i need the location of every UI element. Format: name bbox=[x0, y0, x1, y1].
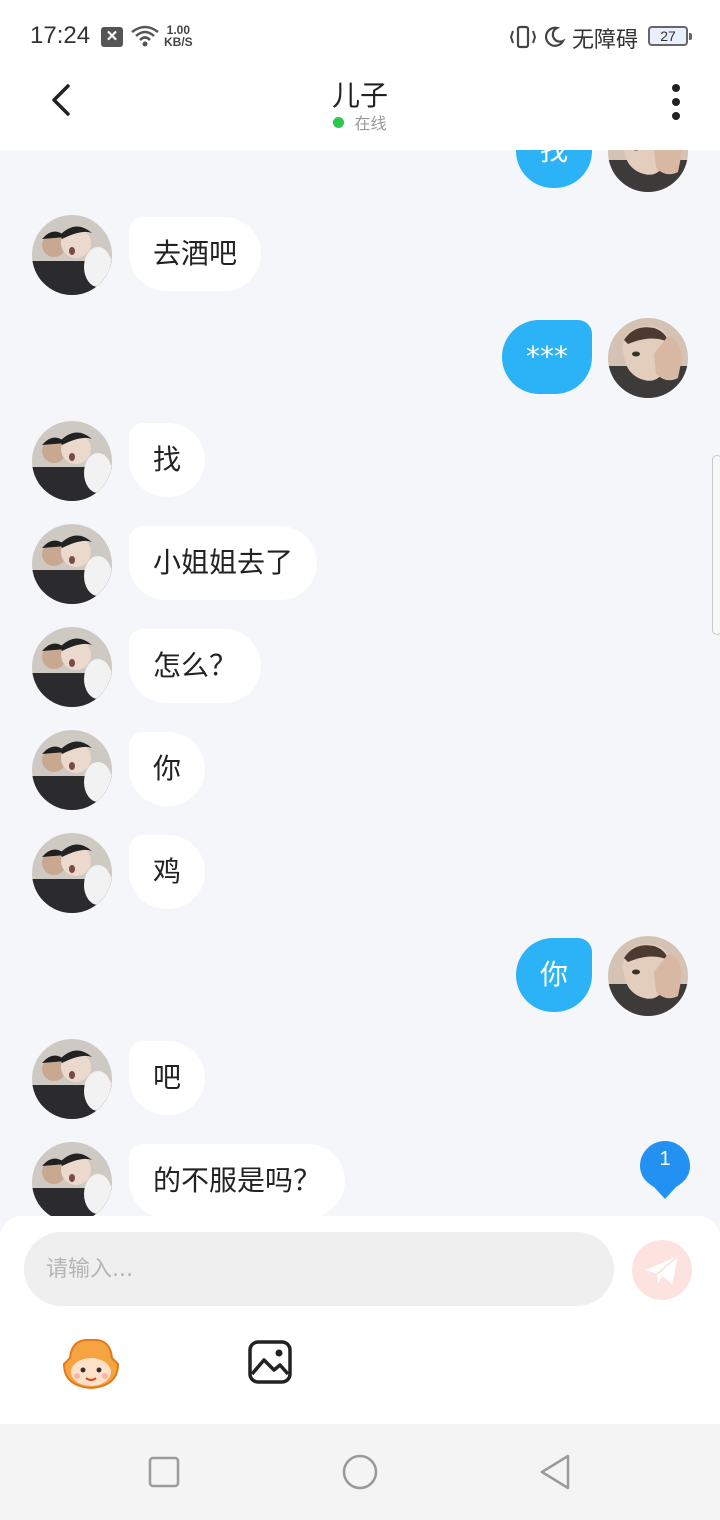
contact-avatar-image bbox=[32, 833, 112, 913]
message-row: 小姐姐去了 bbox=[0, 524, 720, 604]
message-row: 你 bbox=[0, 730, 720, 810]
message-bubble[interactable]: 你 bbox=[515, 938, 592, 1012]
status-bar: 17:24 ✕ 1.00 KB/S 无障碍 27 bbox=[0, 0, 720, 70]
message-bubble[interactable]: 找 bbox=[129, 423, 206, 497]
contact-avatar[interactable] bbox=[32, 730, 112, 810]
emoji-button[interactable] bbox=[60, 1336, 122, 1392]
battery-icon: 27 bbox=[648, 26, 692, 46]
message-row: 的不服是吗？ bbox=[0, 1142, 720, 1216]
my-avatar-image bbox=[608, 318, 688, 398]
message-bubble[interactable]: 的不服是吗？ bbox=[129, 1144, 346, 1216]
my-avatar[interactable] bbox=[608, 936, 688, 1016]
message-row: 找 bbox=[0, 150, 720, 192]
net-speed: 1.00 KB/S bbox=[164, 23, 193, 49]
message-row: 怎么？ bbox=[0, 627, 720, 707]
back-triangle-icon[interactable] bbox=[536, 1452, 576, 1492]
message-bubble[interactable]: 小姐姐去了 bbox=[129, 526, 318, 600]
more-vertical-icon[interactable] bbox=[662, 82, 690, 122]
scroll-handle[interactable] bbox=[712, 455, 720, 635]
message-row: 找 bbox=[0, 421, 720, 501]
message-bubble[interactable]: 怎么？ bbox=[129, 629, 262, 703]
contact-avatar-image bbox=[32, 524, 112, 604]
unread-badge[interactable]: 1 bbox=[638, 1139, 692, 1201]
unread-count: 1 bbox=[659, 1148, 671, 1170]
image-button[interactable] bbox=[246, 1338, 294, 1386]
contact-avatar[interactable] bbox=[32, 1142, 112, 1216]
contact-avatar-image bbox=[32, 1142, 112, 1216]
message-bubble[interactable]: 找 bbox=[515, 150, 592, 188]
message-bubble[interactable]: 鸡 bbox=[129, 835, 206, 909]
message-bubble[interactable]: 去酒吧 bbox=[129, 217, 262, 291]
contact-avatar-image bbox=[32, 421, 112, 501]
contact-name: 儿子 bbox=[331, 79, 388, 112]
composer bbox=[0, 1216, 720, 1424]
notification-x-icon: ✕ bbox=[101, 27, 123, 47]
my-avatar-image bbox=[608, 936, 688, 1016]
recents-square-icon[interactable] bbox=[144, 1452, 184, 1492]
my-avatar[interactable] bbox=[608, 318, 688, 398]
message-bubble[interactable]: 你 bbox=[129, 732, 206, 806]
message-bubble[interactable]: *** bbox=[502, 320, 592, 394]
contact-avatar[interactable] bbox=[32, 833, 112, 913]
online-dot-icon bbox=[333, 117, 345, 128]
vibrate-icon bbox=[509, 25, 537, 49]
contact-avatar[interactable] bbox=[32, 1039, 112, 1119]
my-avatar-image bbox=[608, 150, 688, 192]
system-nav-bar bbox=[0, 1424, 720, 1520]
image-icon bbox=[248, 1340, 292, 1384]
my-avatar[interactable] bbox=[608, 150, 688, 192]
wifi-icon bbox=[131, 25, 159, 47]
message-row: 去酒吧 bbox=[0, 215, 720, 295]
contact-avatar[interactable] bbox=[32, 215, 112, 295]
message-row: 吧 bbox=[0, 1039, 720, 1119]
contact-avatar[interactable] bbox=[32, 421, 112, 501]
message-row: *** bbox=[0, 318, 720, 398]
contact-avatar-image bbox=[32, 627, 112, 707]
message-bubble[interactable]: 吧 bbox=[129, 1041, 206, 1115]
contact-avatar-image bbox=[32, 1039, 112, 1119]
send-button[interactable] bbox=[632, 1240, 692, 1300]
online-status-label: 在线 bbox=[354, 114, 387, 133]
emoji-mascot-icon bbox=[62, 1338, 120, 1390]
contact-avatar[interactable] bbox=[32, 627, 112, 707]
chat-header: 儿子 在线 bbox=[0, 70, 720, 150]
online-status: 在线 bbox=[0, 110, 720, 134]
home-circle-icon[interactable] bbox=[340, 1452, 380, 1492]
message-input[interactable] bbox=[24, 1232, 614, 1306]
message-row: 鸡 bbox=[0, 833, 720, 913]
message-row: 你 bbox=[0, 936, 720, 1016]
message-list[interactable]: 找 去酒吧 *** 找 小姐姐去了 怎么？ 你 鸡 你 吧 的不服是吗？ bbox=[0, 150, 720, 1216]
accessibility-label: 无障碍 bbox=[572, 28, 639, 53]
send-icon bbox=[646, 1255, 679, 1284]
contact-avatar[interactable] bbox=[32, 524, 112, 604]
moon-icon bbox=[545, 26, 566, 47]
status-time: 17:24 bbox=[30, 22, 91, 49]
contact-avatar-image bbox=[32, 215, 112, 295]
contact-avatar-image bbox=[32, 730, 112, 810]
